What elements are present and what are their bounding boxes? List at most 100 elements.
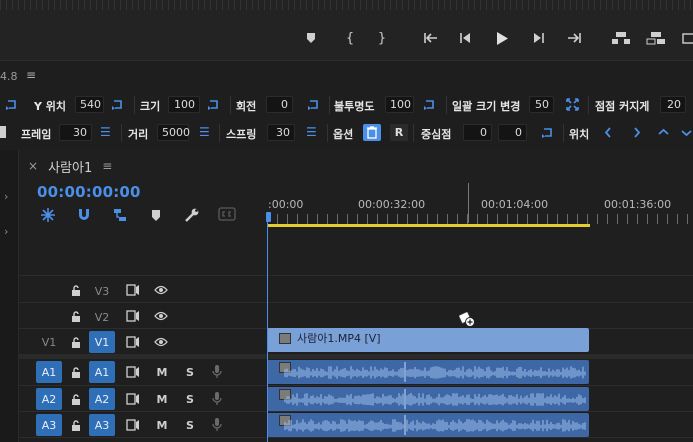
list-icon[interactable]: ☰ [100,126,113,139]
menu-icon[interactable]: ≡ [102,159,112,173]
lock-icon[interactable] [69,283,83,297]
wrench-icon[interactable] [184,207,200,223]
lock-icon[interactable] [69,418,83,432]
captions-icon[interactable] [218,207,236,223]
anchor-label: 중심점 [421,128,452,141]
microphone-icon[interactable] [210,417,224,431]
eye-icon[interactable] [154,335,168,349]
arrow-up-icon[interactable] [657,126,670,139]
reset-icon[interactable] [307,98,320,111]
distance-field[interactable]: 5000 [157,124,190,141]
panel-menu-icon[interactable]: ≡ [26,68,36,82]
audio-clip-a2[interactable] [267,387,589,411]
audio-clip-a3[interactable] [267,413,589,437]
solo-button[interactable]: S [183,365,197,379]
grow-field[interactable]: 20 [660,96,686,113]
sequence-tab[interactable]: × 사람아1 ≡ [28,156,112,176]
fit-icon[interactable] [566,98,579,111]
position-label: 위치 [569,128,590,141]
source-patch-v1[interactable]: V1 [36,331,62,353]
playhead-handle[interactable] [266,212,271,222]
sync-lock-icon[interactable] [126,283,140,297]
solo-button[interactable]: S [183,392,197,406]
play-icon[interactable] [493,29,511,47]
list-icon[interactable]: ☰ [306,126,319,139]
reset-icon[interactable] [5,98,18,111]
anchor-x-field[interactable]: 0 [463,124,492,141]
sync-lock-icon[interactable] [126,335,140,349]
monitor-ruler [0,0,693,10]
ruler-label: 00:01:36:00 [604,198,672,211]
go-to-in-icon[interactable] [422,29,440,47]
nest-icon[interactable] [40,207,56,223]
close-icon[interactable]: × [28,159,38,173]
arrow-left-icon[interactable] [602,126,615,139]
track-target-a3[interactable]: A3 [89,414,115,436]
option-r-button[interactable]: R [390,124,408,141]
drag-cursor-icon [459,312,477,328]
reset-icon[interactable] [423,98,436,111]
spring-field[interactable]: 30 [267,124,295,141]
size-field[interactable]: 100 [168,96,200,113]
mute-button[interactable]: M [155,365,169,379]
mute-button[interactable]: M [155,418,169,432]
reset-icon[interactable] [541,126,554,139]
source-patch-a1[interactable]: A1 [36,361,62,383]
solo-button[interactable]: S [183,418,197,432]
chevron-icon[interactable]: › [4,190,8,203]
track-target-v2[interactable]: V2 [89,306,115,328]
reset-icon[interactable] [111,98,124,111]
mark-in-icon[interactable]: { [341,29,359,47]
source-patch-a2[interactable]: A2 [36,388,62,410]
microphone-icon[interactable] [210,391,224,405]
frames-field[interactable]: 30 [59,124,92,141]
lock-icon[interactable] [69,392,83,406]
sync-lock-icon[interactable] [126,392,140,406]
audio-clip-a1[interactable] [267,360,589,384]
eye-icon[interactable] [154,283,168,297]
sync-lock-icon[interactable] [126,418,140,432]
step-forward-icon[interactable] [530,29,548,47]
extract-icon[interactable] [645,29,667,47]
lock-icon[interactable] [69,309,83,323]
arrow-right-icon[interactable] [630,126,643,139]
y-position-field[interactable]: 540 [75,96,104,113]
track-header-a1: A1 A1 M S [18,360,266,385]
microphone-icon[interactable] [210,364,224,378]
video-clip[interactable]: 사람아1.MP4 [V] [267,328,589,352]
work-area-bar[interactable] [267,224,590,227]
step-back-icon[interactable] [456,29,474,47]
track-target-v1[interactable]: V1 [89,331,115,353]
sync-lock-icon[interactable] [126,309,140,323]
reset-icon[interactable] [207,98,220,111]
rotation-field[interactable]: 0 [266,96,293,113]
linked-selection-icon[interactable] [112,207,128,223]
lock-icon[interactable] [69,365,83,379]
playhead-timecode[interactable]: 00:00:00:00 [37,183,141,201]
list-icon[interactable]: ☰ [199,126,212,139]
arrow-down-icon[interactable] [680,126,693,139]
lift-icon[interactable] [610,29,632,47]
add-marker-icon[interactable] [302,29,320,47]
snap-icon[interactable] [76,207,92,223]
uniform-scale-label: 일괄 크기 변경 [452,100,521,113]
sync-lock-icon[interactable] [126,365,140,379]
add-marker-icon[interactable] [148,207,164,223]
lock-icon[interactable] [69,335,83,349]
track-target-a1[interactable]: A1 [89,361,115,383]
source-patch-a3[interactable]: A3 [36,414,62,436]
divider [329,96,330,114]
export-frame-icon[interactable] [681,29,693,47]
options-label: 옵션 [333,128,354,141]
anchor-y-field[interactable]: 0 [498,124,527,141]
opacity-field[interactable]: 100 [385,96,414,113]
trash-icon[interactable] [363,124,381,141]
go-to-out-icon[interactable] [565,29,583,47]
chevron-icon[interactable]: › [4,225,8,238]
mark-out-icon[interactable]: } [373,29,391,47]
uniform-scale-field[interactable]: 50 [529,96,554,113]
eye-icon[interactable] [154,309,168,323]
track-target-v3[interactable]: V3 [89,280,115,302]
track-target-a2[interactable]: A2 [89,388,115,410]
mute-button[interactable]: M [155,392,169,406]
